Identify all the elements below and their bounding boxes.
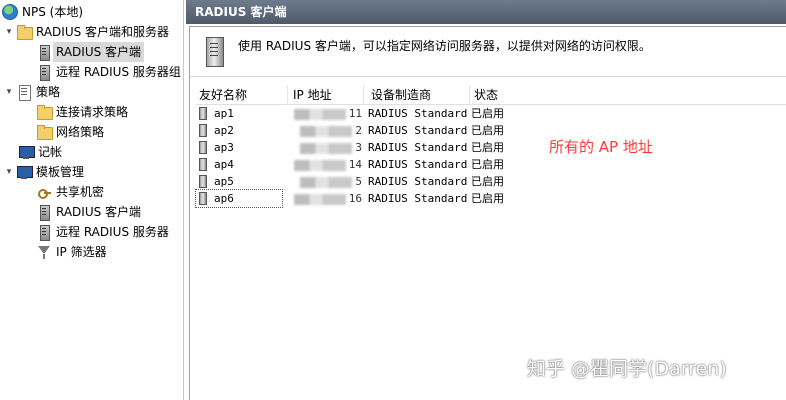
cell-vendor: RADIUS Standard xyxy=(368,158,468,171)
tree-item-templates[interactable]: ▾ 模板管理 xyxy=(4,162,84,182)
server-icon xyxy=(36,224,52,241)
server-icon xyxy=(206,37,224,67)
clients-list[interactable]: 友好名称 IP 地址 设备制造商 状态 ap1 11 RADIUS Standa… xyxy=(195,85,786,208)
column-header-status[interactable]: 状态 xyxy=(471,85,531,105)
tree-item-template-remote-radius-servers[interactable]: 远程 RADIUS 服务器 xyxy=(36,222,169,242)
tree-item-label: 网络策略 xyxy=(56,125,105,139)
table-row[interactable]: ap1 11 RADIUS Standard 已启用 xyxy=(196,105,786,122)
redacted-ip xyxy=(300,176,353,188)
folder-icon xyxy=(16,24,33,40)
tree-item-template-radius-clients[interactable]: RADIUS 客户端 xyxy=(36,202,141,222)
tree-item-label: 记帐 xyxy=(38,145,63,159)
folder-icon xyxy=(36,104,53,120)
cell-status: 已启用 xyxy=(471,192,504,205)
tree-item-label: NPS (本地) xyxy=(22,5,84,19)
templates-icon xyxy=(16,164,33,180)
pane-body: 使用 RADIUS 客户端，可以指定网络访问服务器，以提供对网络的访问权限。 友… xyxy=(189,26,786,400)
server-icon xyxy=(199,107,207,120)
cell-vendor: RADIUS Standard xyxy=(368,192,468,205)
cell-friendly-name: ap5 xyxy=(196,173,282,190)
cell-status: 已启用 xyxy=(471,124,504,137)
redacted-ip xyxy=(293,193,346,205)
cell-vendor: RADIUS Standard xyxy=(368,124,468,137)
globe-icon xyxy=(2,4,18,20)
tree-item-shared-secrets[interactable]: 共享机密 xyxy=(36,182,104,202)
table-row[interactable]: ap2 2 RADIUS Standard 已启用 xyxy=(196,122,786,139)
server-icon xyxy=(199,124,207,137)
list-header: 友好名称 IP 地址 设备制造商 状态 xyxy=(196,85,786,105)
server-icon xyxy=(36,64,52,81)
column-header-friendly-name[interactable]: 友好名称 xyxy=(196,85,288,105)
server-icon xyxy=(199,141,207,154)
tree-item-label: RADIUS 客户端 xyxy=(56,205,142,219)
redacted-ip xyxy=(293,159,346,171)
cell-ip-address: 2 xyxy=(288,122,362,139)
info-text: 使用 RADIUS 客户端，可以指定网络访问服务器，以提供对网络的访问权限。 xyxy=(238,39,651,53)
tree-item-label: IP 筛选器 xyxy=(56,245,107,259)
policy-doc-icon xyxy=(16,84,32,101)
server-icon xyxy=(199,175,207,188)
key-icon xyxy=(36,184,52,200)
collapse-icon[interactable]: ▾ xyxy=(4,22,14,42)
table-row[interactable]: ap6 16 RADIUS Standard 已启用 xyxy=(195,189,786,208)
tree-item-label: 共享机密 xyxy=(56,185,105,199)
tree-item-nps-root[interactable]: NPS (本地) xyxy=(2,2,83,22)
watermark: 知乎 @瞿同学(Darren) xyxy=(527,358,727,380)
tree-item-connection-request-policies[interactable]: 连接请求策略 xyxy=(36,102,128,122)
cell-vendor: RADIUS Standard xyxy=(368,141,468,154)
server-icon xyxy=(36,44,52,61)
server-icon xyxy=(36,204,52,221)
tree-item-ip-filters[interactable]: IP 筛选器 xyxy=(36,242,107,262)
collapse-icon[interactable]: ▾ xyxy=(4,162,14,182)
cell-status: 已启用 xyxy=(471,175,504,188)
cell-friendly-name: ap6 xyxy=(195,189,283,208)
console-tree: NPS (本地) ▾ RADIUS 客户端和服务器 RADIUS 客户端 远程 … xyxy=(0,0,184,400)
collapse-icon[interactable]: ▾ xyxy=(4,82,14,102)
cell-status: 已启用 xyxy=(471,107,504,120)
table-row[interactable]: ap5 5 RADIUS Standard 已启用 xyxy=(196,173,786,190)
column-header-vendor[interactable]: 设备制造商 xyxy=(368,85,470,105)
cell-friendly-name: ap1 xyxy=(196,105,282,122)
cell-friendly-name: ap4 xyxy=(196,156,282,173)
tree-item-radius-clients[interactable]: RADIUS 客户端 xyxy=(36,42,145,62)
cell-friendly-name: ap3 xyxy=(196,139,282,156)
cell-vendor: RADIUS Standard xyxy=(368,107,468,120)
tree-item-policies[interactable]: ▾ 策略 xyxy=(4,82,60,102)
tree-item-label: 远程 RADIUS 服务器组 xyxy=(56,65,181,79)
redacted-ip xyxy=(300,125,353,137)
details-pane: RADIUS 客户端 使用 RADIUS 客户端，可以指定网络访问服务器，以提供… xyxy=(186,0,786,400)
cell-friendly-name: ap2 xyxy=(196,122,282,139)
annotation-note: 所有的 AP 地址 xyxy=(549,138,653,156)
tree-item-label: RADIUS 客户端 xyxy=(53,42,145,62)
cell-ip-address: 3 xyxy=(288,139,362,156)
cell-ip-address: 11 xyxy=(288,105,362,122)
cell-ip-address: 5 xyxy=(288,173,362,190)
tree-item-radius-clients-servers[interactable]: ▾ RADIUS 客户端和服务器 xyxy=(4,22,169,42)
server-icon xyxy=(199,158,207,171)
cell-ip-address: 14 xyxy=(288,156,362,173)
info-banner: 使用 RADIUS 客户端，可以指定网络访问服务器，以提供对网络的访问权限。 xyxy=(190,27,786,77)
filter-icon xyxy=(36,244,52,260)
accounting-icon xyxy=(18,144,35,160)
redacted-ip xyxy=(300,142,353,154)
tree-item-label: RADIUS 客户端和服务器 xyxy=(36,25,170,39)
tree-item-accounting[interactable]: 记帐 xyxy=(18,142,62,162)
cell-vendor: RADIUS Standard xyxy=(368,175,468,188)
column-header-ip-address[interactable]: IP 地址 xyxy=(290,85,364,105)
server-icon xyxy=(199,192,207,205)
tree-item-label: 远程 RADIUS 服务器 xyxy=(56,225,169,239)
folder-icon xyxy=(36,124,53,140)
cell-status: 已启用 xyxy=(471,141,504,154)
redacted-ip xyxy=(293,108,346,120)
cell-ip-address: 16 xyxy=(288,190,362,207)
tree-item-label: 策略 xyxy=(36,85,61,99)
pane-title: RADIUS 客户端 xyxy=(186,0,786,24)
table-row[interactable]: ap4 14 RADIUS Standard 已启用 xyxy=(196,156,786,173)
tree-item-label: 连接请求策略 xyxy=(56,105,129,119)
cell-status: 已启用 xyxy=(471,158,504,171)
tree-item-network-policies[interactable]: 网络策略 xyxy=(36,122,104,142)
tree-item-label: 模板管理 xyxy=(36,165,85,179)
tree-item-remote-radius-groups[interactable]: 远程 RADIUS 服务器组 xyxy=(36,62,181,82)
table-row[interactable]: ap3 3 RADIUS Standard 已启用 xyxy=(196,139,786,156)
